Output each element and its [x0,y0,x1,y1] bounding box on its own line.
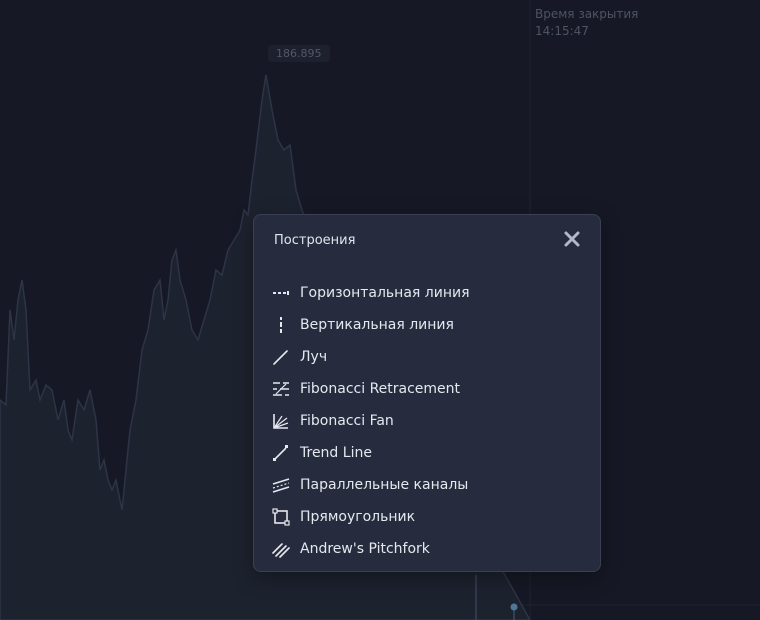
tool-label: Прямоугольник [300,509,416,525]
tool-horizontal-line[interactable]: Горизонтальная линия [272,277,470,309]
trend-line-icon [273,445,288,461]
close-button[interactable] [562,229,582,249]
close-time-value: 14:15:47 [535,24,589,38]
tool-fibonacci-fan[interactable]: Fibonacci Fan [272,405,470,437]
parallel-channel-icon [272,478,290,493]
tool-pitchfork[interactable]: Andrew's Pitchfork [272,533,470,565]
tool-fibonacci-retracement[interactable]: Fibonacci Retracement [272,373,470,405]
tool-label: Fibonacci Fan [300,413,394,429]
close-time-label: Время закрытия [535,7,639,21]
tool-label: Вертикальная линия [300,317,454,333]
tool-parallel-channel[interactable]: Параллельные каналы [272,469,470,501]
tool-label: Andrew's Pitchfork [300,541,430,557]
tool-label: Луч [300,349,328,365]
pitchfork-icon [272,543,290,558]
ray-icon [273,350,288,365]
rectangle-icon [272,508,290,526]
close-icon [564,231,580,247]
close-time-info: Время закрытия 14:15:47 [535,6,638,40]
fibonacci-fan-icon [273,414,289,429]
drawing-tools-modal: Построения Горизонтальная линия Вертикал… [253,214,601,572]
tool-rectangle[interactable]: Прямоугольник [272,501,470,533]
tool-ray[interactable]: Луч [272,341,470,373]
tool-label: Параллельные каналы [300,477,469,493]
drawing-tools-list: Горизонтальная линия Вертикальная линия … [272,277,470,565]
tool-trend-line[interactable]: Trend Line [272,437,470,469]
vertical-line-icon [280,317,282,333]
tool-label: Горизонтальная линия [300,285,470,301]
max-price-label: 186.895 [268,45,330,62]
close-time-marker [510,603,518,611]
tool-vertical-line[interactable]: Вертикальная линия [272,309,470,341]
horizontal-line-icon [273,291,289,295]
tool-label: Fibonacci Retracement [300,381,461,397]
modal-title: Построения [274,233,356,248]
tool-label: Trend Line [300,445,372,461]
fibonacci-retracement-icon [273,382,289,396]
